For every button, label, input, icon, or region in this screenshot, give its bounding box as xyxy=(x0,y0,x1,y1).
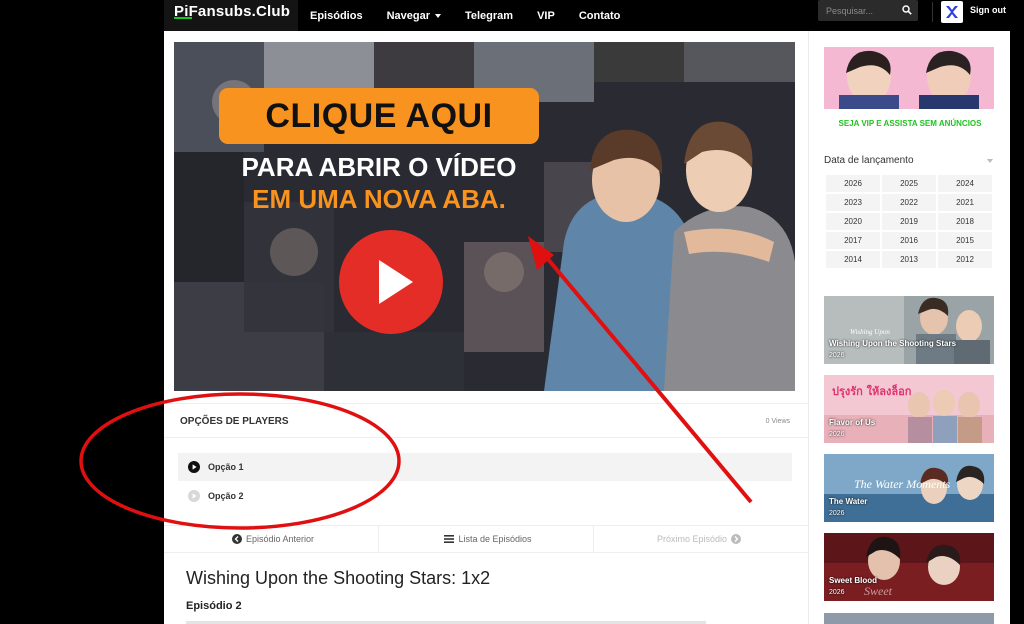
video-player-thumbnail[interactable]: CLIQUE AQUI PARA ABRIR O VÍDEO EM UMA NO… xyxy=(174,42,795,391)
series-card-overlay-text: ปรุงรัก ให้ลงล็อก xyxy=(832,384,912,399)
episode-navigation: Episódio Anterior Lista de Episódios Pró… xyxy=(164,525,808,553)
series-card-image: Sweet xyxy=(824,533,994,601)
year-2020[interactable]: 2020 xyxy=(826,213,880,230)
series-card-year: 2026 xyxy=(829,510,845,517)
cta-new-tab-text: EM UMA NOVA ABA. xyxy=(252,184,506,214)
series-card[interactable]: Sweet Sweet Blood 2026 xyxy=(824,533,994,601)
episode-title: Wishing Upon the Shooting Stars: 1x2 xyxy=(186,568,491,588)
episode-list-button[interactable]: Lista de Episódios xyxy=(379,526,594,552)
series-card-year: 2026 xyxy=(829,352,845,359)
year-2021[interactable]: 2021 xyxy=(938,194,992,211)
series-card-title: The Water xyxy=(829,497,868,506)
arrow-left-circle-icon xyxy=(231,534,242,544)
player-option-2[interactable]: Opção 2 xyxy=(178,482,792,510)
series-card-partial[interactable] xyxy=(824,612,994,624)
search-box xyxy=(818,0,918,21)
year-2022[interactable]: 2022 xyxy=(882,194,936,211)
play-circle-icon xyxy=(188,490,200,502)
nav-episodios[interactable]: Episódios xyxy=(310,10,363,22)
player-option-1-label: Opção 1 xyxy=(208,462,244,472)
sidebar: SEJA VIP E ASSISTA SEM ANÚNCIOS Data de … xyxy=(808,31,1010,624)
cta-open-video-text: PARA ABRIR O VÍDEO xyxy=(241,152,517,182)
year-2019[interactable]: 2019 xyxy=(882,213,936,230)
release-date-title: Data de lançamento xyxy=(824,155,914,166)
year-2014[interactable]: 2014 xyxy=(826,251,880,268)
episode-subtitle: Episódio 2 xyxy=(186,600,242,612)
series-card-image xyxy=(824,613,994,624)
series-card[interactable]: Wishing Upon Wishing Upon the Shooting S… xyxy=(824,296,994,364)
search-icon[interactable] xyxy=(902,5,912,15)
top-navigation-bar: PiFansubs.Club Episódios Navegar Telegra… xyxy=(0,0,1024,31)
search-input[interactable] xyxy=(818,0,898,21)
main-content: CLIQUE AQUI PARA ABRIR O VÍDEO EM UMA NO… xyxy=(164,31,808,624)
chevron-down-icon[interactable] xyxy=(987,159,993,163)
site-logo[interactable]: PiFansubs.Club xyxy=(164,0,298,31)
avatar-icon xyxy=(946,6,958,18)
nav-vip[interactable]: VIP xyxy=(537,10,555,22)
series-card[interactable]: The Water Moments The Water 2026 xyxy=(824,454,994,522)
main-nav: Episódios Navegar Telegram VIP Contato xyxy=(310,0,644,31)
avatar[interactable] xyxy=(941,1,963,23)
year-2018[interactable]: 2018 xyxy=(938,213,992,230)
series-card-image: The Water Moments xyxy=(824,454,994,522)
vip-promo-text[interactable]: SEJA VIP E ASSISTA SEM ANÚNCIOS xyxy=(809,119,1011,128)
series-card-overlay-text: The Water Moments xyxy=(854,477,951,491)
player-options-header: OPÇÕES DE PLAYERS 0 Views xyxy=(164,403,808,438)
nav-navegar-label: Navegar xyxy=(386,9,430,22)
series-card[interactable]: ปรุงรัก ให้ลงล็อก Flavor of Us 2026 xyxy=(824,375,994,443)
previous-episode-label: Episódio Anterior xyxy=(245,534,315,544)
sign-out-link[interactable]: Sign out xyxy=(970,5,1006,15)
previous-episode-button[interactable]: Episódio Anterior xyxy=(164,526,379,552)
next-episode-button[interactable]: Próximo Episódio xyxy=(594,526,808,552)
year-2023[interactable]: 2023 xyxy=(826,194,880,211)
play-circle-icon xyxy=(188,461,200,473)
nav-contato[interactable]: Contato xyxy=(579,10,621,22)
view-count: 0 Views xyxy=(765,418,790,425)
series-card-title: Wishing Upon the Shooting Stars xyxy=(829,339,957,348)
year-2017[interactable]: 2017 xyxy=(826,232,880,249)
arrow-right-circle-icon xyxy=(731,534,742,544)
series-card-image: ปรุงรัก ให้ลงล็อก xyxy=(824,375,994,443)
year-2013[interactable]: 2013 xyxy=(882,251,936,268)
cta-click-here: CLIQUE AQUI xyxy=(219,88,539,144)
year-2016[interactable]: 2016 xyxy=(882,232,936,249)
year-2012[interactable]: 2012 xyxy=(938,251,992,268)
play-icon xyxy=(379,260,413,304)
series-card-overlay-text: Wishing Upon xyxy=(850,328,890,336)
release-year-grid: 2026 2025 2024 2023 2022 2021 2020 2019 … xyxy=(826,175,992,268)
player-options-title: OPÇÕES DE PLAYERS xyxy=(180,416,289,427)
series-card-overlay-text: Sweet xyxy=(864,584,893,598)
vip-banner-art xyxy=(824,47,994,109)
header-divider xyxy=(932,2,933,22)
series-card-title: Sweet Blood xyxy=(829,576,878,585)
player-option-2-label: Opção 2 xyxy=(208,491,244,501)
nav-navegar[interactable]: Navegar xyxy=(387,10,441,22)
play-button[interactable] xyxy=(339,230,443,334)
next-episode-label: Próximo Episódio xyxy=(656,534,728,544)
player-option-1[interactable]: Opção 1 xyxy=(178,453,792,481)
list-icon xyxy=(444,535,455,543)
series-card-image: Wishing Upon xyxy=(824,296,994,364)
chevron-down-icon xyxy=(434,13,441,18)
nav-telegram[interactable]: Telegram xyxy=(465,10,513,22)
logo-underline xyxy=(174,17,192,19)
year-2026[interactable]: 2026 xyxy=(826,175,880,192)
year-2025[interactable]: 2025 xyxy=(882,175,936,192)
cover-image-actors xyxy=(544,121,795,391)
vip-banner-image[interactable] xyxy=(824,47,994,109)
series-card-year: 2026 xyxy=(829,431,845,438)
series-card-year: 2026 xyxy=(829,589,845,596)
year-2024[interactable]: 2024 xyxy=(938,175,992,192)
episode-list-label: Lista de Episódios xyxy=(458,534,532,544)
year-2015[interactable]: 2015 xyxy=(938,232,992,249)
series-card-title: Flavor of Us xyxy=(829,418,876,427)
